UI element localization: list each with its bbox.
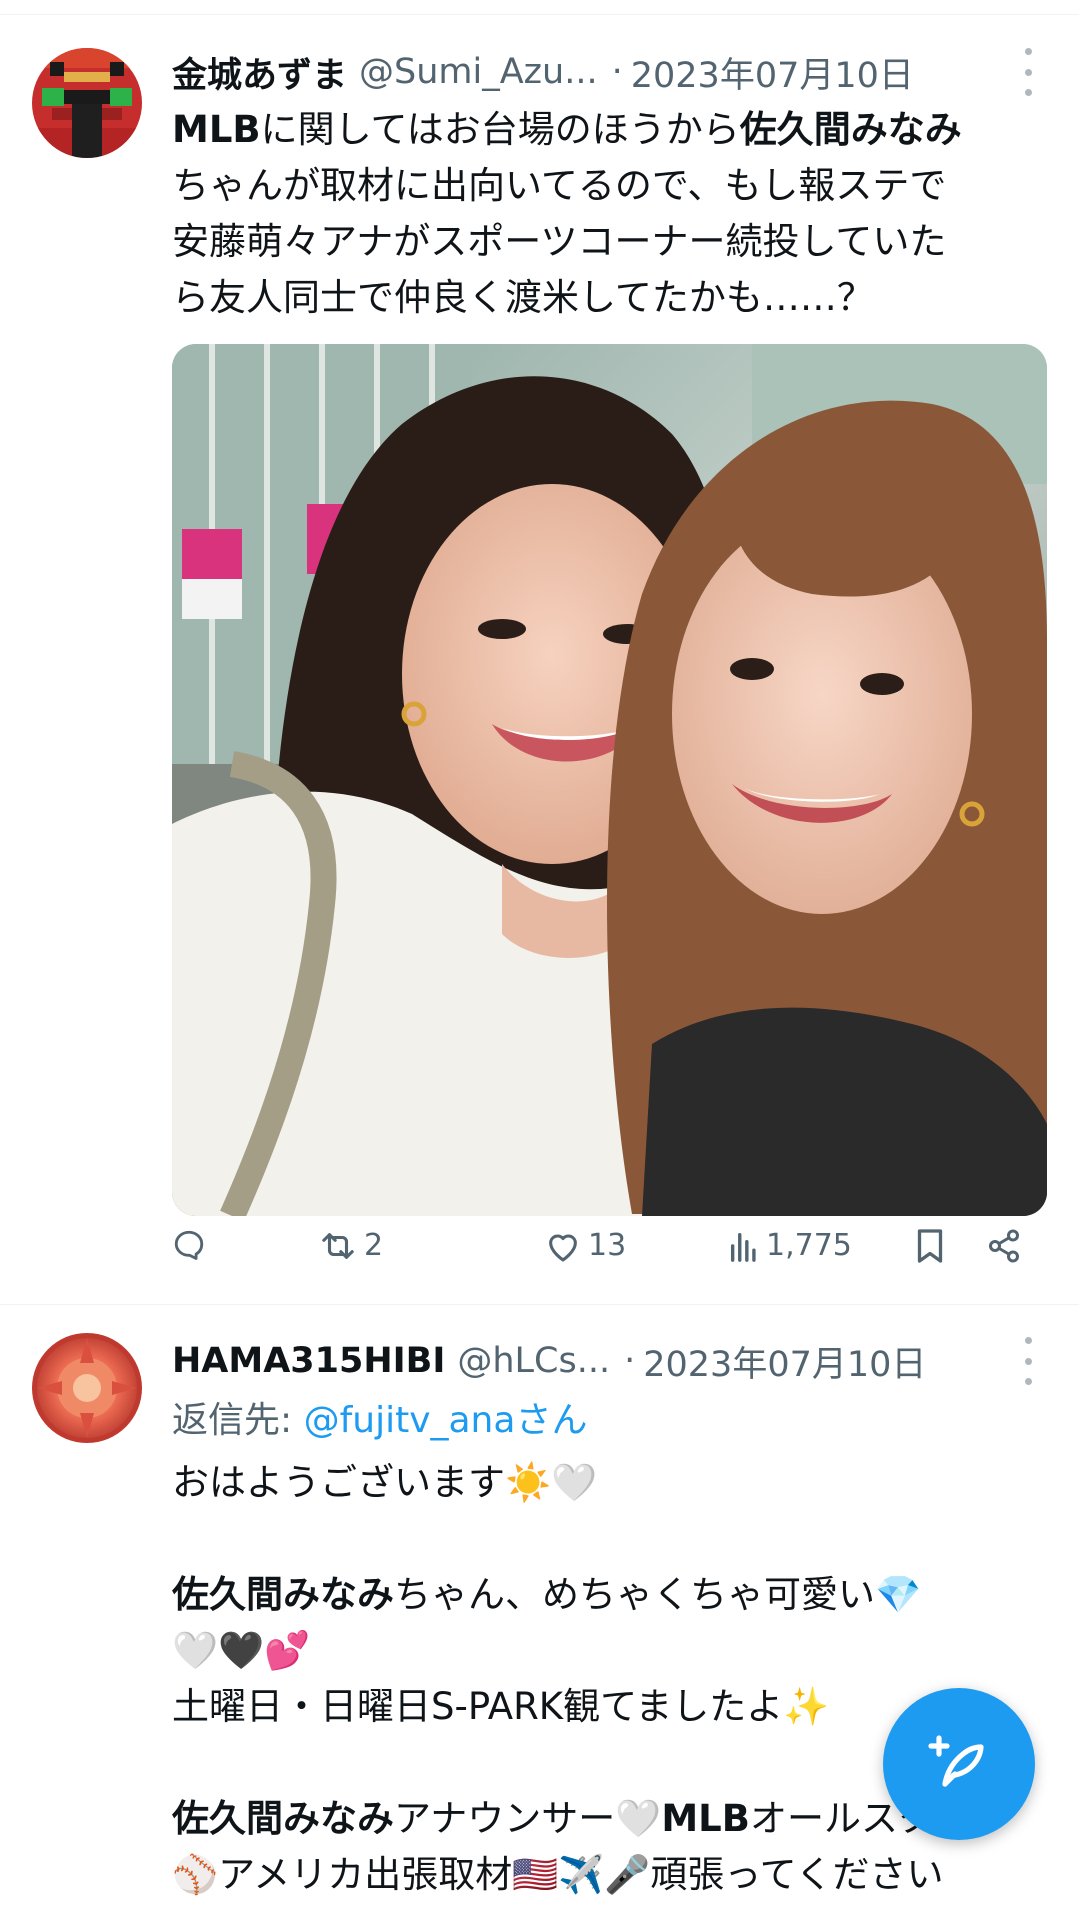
author-name[interactable]: 金城あずま (172, 47, 347, 98)
avatar[interactable] (32, 48, 142, 158)
separator: · (624, 1341, 636, 1381)
more-vertical-icon[interactable] (1013, 48, 1043, 96)
reply-to: 返信先: @fujitv_anaさん (172, 1393, 1043, 1449)
tweet-line: ちゃんが取材に出向いてるので、もし報ステで (172, 164, 947, 207)
tweet-line: おはようございます☀️🤍 (172, 1461, 598, 1504)
views-button[interactable]: 1,775 (728, 1228, 852, 1263)
reply-button[interactable] (172, 1228, 214, 1262)
tweet-line: 安藤萌々アナがスポーツコーナー続投していた (172, 220, 947, 263)
top-divider (0, 0, 1079, 15)
retweet-icon (318, 1229, 358, 1263)
tweet-line: 佐久間みなみちゃん、めちゃくちゃ可愛い💎 (172, 1573, 922, 1616)
tweet-line: ら友人同士で仲良く渡米してたかも……？ (172, 276, 874, 319)
tweet-text: おはようございます☀️🤍 佐久間みなみちゃん、めちゃくちゃ可愛い💎 🤍🖤💕 土曜… (172, 1455, 1043, 1903)
views-count: 1,775 (766, 1228, 852, 1263)
bookmark-button[interactable] (915, 1228, 945, 1264)
tweet[interactable]: 金城あずま @Sumi_Azu... · 2023年07月10日 MLBに関して… (0, 14, 1079, 1305)
compose-button[interactable] (883, 1688, 1035, 1840)
avatar[interactable] (32, 1333, 142, 1443)
heart-icon (544, 1229, 582, 1263)
tweet-actions: 2 13 1,775 (172, 1228, 1032, 1278)
tweet-header: HAMA315HIBI @hLCs... · 2023年07月10日 (172, 1331, 1043, 1391)
tweet-text: MLBに関してはお台場のほうから佐久間みなみ ちゃんが取材に出向いてるので、もし… (172, 102, 1043, 326)
author-name[interactable]: HAMA315HIBI (172, 1341, 445, 1381)
like-count: 13 (588, 1228, 627, 1263)
tweet-date[interactable]: 2023年07月10日 (631, 47, 914, 98)
tweet-line: 🤍🖤💕 (172, 1629, 311, 1672)
reply-mention-link[interactable]: @fujitv_ana (304, 1400, 516, 1441)
share-icon (986, 1228, 1022, 1264)
reply-suffix: さん (515, 1400, 588, 1441)
retweet-count: 2 (364, 1228, 384, 1263)
compose-icon (927, 1730, 991, 1798)
tweet-date[interactable]: 2023年07月10日 (643, 1336, 926, 1387)
share-button[interactable] (986, 1228, 1022, 1264)
tweet-content: 金城あずま @Sumi_Azu... · 2023年07月10日 MLBに関して… (172, 42, 1047, 1216)
author-handle[interactable]: @hLCs... (457, 1341, 610, 1381)
more-vertical-icon[interactable] (1013, 1337, 1043, 1385)
reply-prefix: 返信先: (172, 1400, 304, 1441)
like-button[interactable]: 13 (544, 1228, 626, 1263)
tweet-line: ⚾アメリカ出張取材🇺🇸✈️🎤頑張ってください (172, 1853, 944, 1896)
reply-icon (172, 1228, 206, 1262)
retweet-button[interactable]: 2 (318, 1228, 383, 1263)
author-handle[interactable]: @Sumi_Azu... (359, 52, 598, 92)
separator: · (611, 52, 623, 92)
tweet-line: MLBに関してはお台場のほうから佐久間みなみ (172, 108, 962, 151)
tweet-photo[interactable] (172, 344, 1047, 1216)
views-icon (728, 1229, 760, 1263)
tweet-header: 金城あずま @Sumi_Azu... · 2023年07月10日 (172, 42, 1043, 102)
bookmark-icon (915, 1228, 945, 1264)
